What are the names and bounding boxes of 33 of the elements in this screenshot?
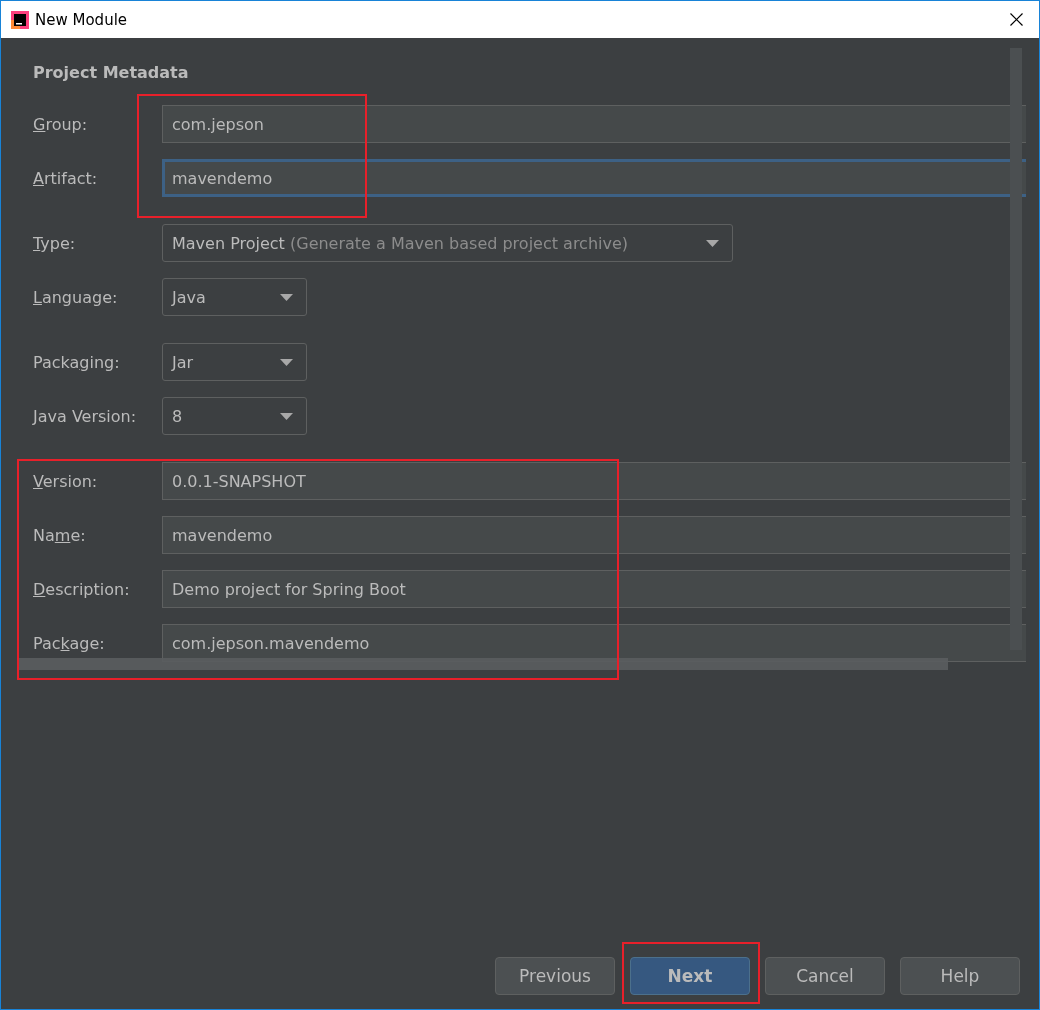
app-logo-icon: [11, 10, 29, 29]
close-icon: [1009, 13, 1023, 26]
dropdown[interactable]: Java: [162, 278, 307, 316]
dialog-button[interactable]: Previous: [495, 957, 615, 995]
dropdown[interactable]: 8: [162, 397, 307, 435]
dropdown[interactable]: Maven Project (Generate a Maven based project archive): [162, 224, 733, 262]
field-label: Package:: [33, 633, 106, 653]
text-field[interactable]: Demo project for Spring Boot: [162, 570, 1026, 608]
section-title: Project Metadata: [33, 63, 190, 83]
text-field[interactable]: com.jepson: [162, 105, 1026, 143]
field-label: Description:: [33, 579, 131, 599]
dropdown-arrow-icon: [706, 239, 719, 247]
text-field[interactable]: 0.0.1-SNAPSHOT: [162, 462, 1026, 500]
dialog-button[interactable]: Next: [630, 957, 750, 995]
field-label: Type:: [33, 233, 77, 253]
dropdown-arrow-icon: [280, 293, 293, 301]
field-label: Java Version:: [33, 406, 138, 426]
field-label: Version:: [33, 471, 99, 491]
field-label: Language:: [33, 287, 119, 307]
field-label: Name:: [33, 525, 87, 545]
dropdown-arrow-icon: [280, 358, 293, 366]
window-title: New Module: [35, 10, 129, 29]
field-label: Group:: [33, 114, 89, 134]
dialog-button[interactable]: Cancel: [765, 957, 885, 995]
dropdown[interactable]: Jar: [162, 343, 307, 381]
text-field[interactable]: mavendemo: [162, 159, 1026, 197]
horizontal-scrollbar[interactable]: [18, 658, 948, 670]
field-label: Artifact:: [33, 168, 99, 188]
vertical-scrollbar[interactable]: [1010, 48, 1022, 650]
text-field[interactable]: mavendemo: [162, 516, 1026, 554]
field-label: Packaging:: [33, 352, 121, 372]
dialog-button[interactable]: Help: [900, 957, 1020, 995]
dropdown-arrow-icon: [280, 412, 293, 420]
